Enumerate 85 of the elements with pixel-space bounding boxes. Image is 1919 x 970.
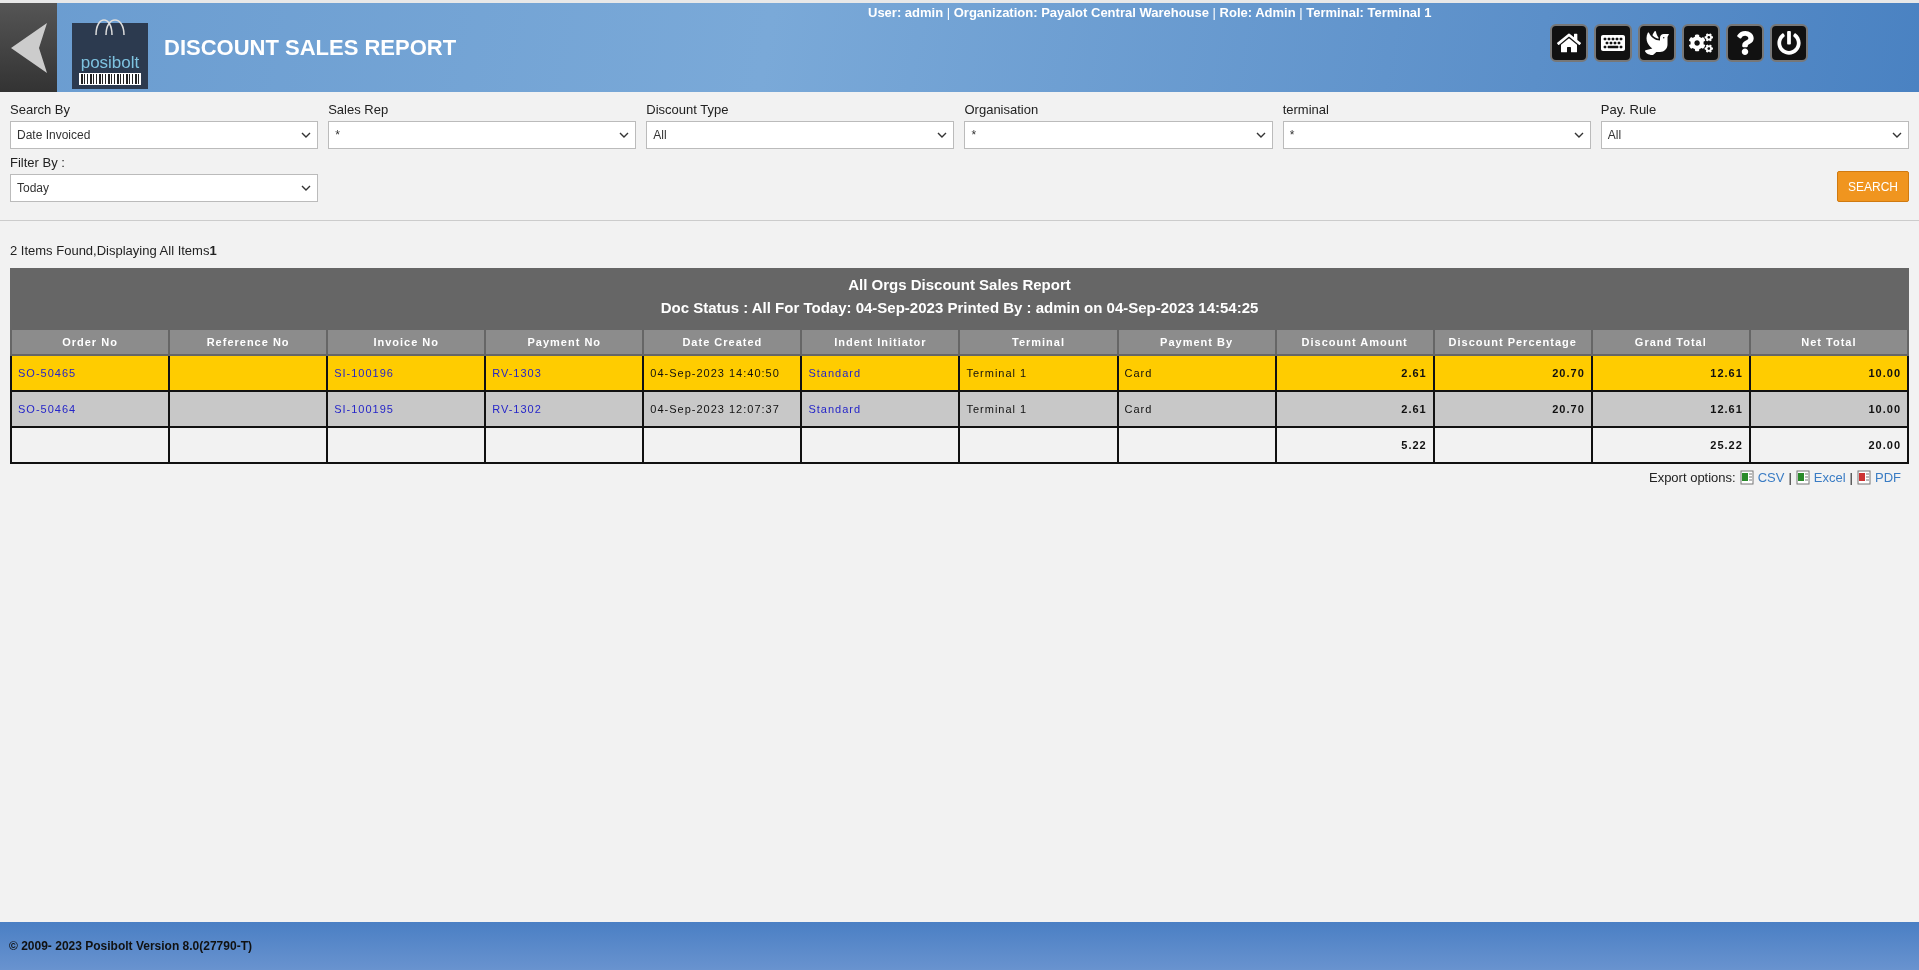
column-header: Reference No xyxy=(169,329,328,355)
column-header: Indent Initiator xyxy=(801,329,960,355)
separator: | xyxy=(1849,470,1853,485)
column-header: Date Created xyxy=(643,329,802,355)
home-button[interactable] xyxy=(1550,23,1588,62)
report-title: All Orgs Discount Sales Report xyxy=(848,276,1071,293)
filter-label: terminal xyxy=(1282,102,1330,117)
report-subtitle: Doc Status : All For Today: 04-Sep-2023 Printed By : admin on 04-Sep-2023 14:54:25 xyxy=(660,299,1259,316)
column-header: Discount Amount xyxy=(1275,329,1434,355)
filter-dropdown[interactable]: Today xyxy=(10,174,319,202)
power-icon xyxy=(1777,30,1801,55)
table-cell: 20.70 xyxy=(1433,391,1592,427)
total-cell: 25.22 xyxy=(1591,427,1750,463)
table-cell: Standard xyxy=(801,355,960,391)
table-cell: SI-100195 xyxy=(327,391,486,427)
export-link[interactable]: Excel xyxy=(1813,470,1846,485)
table-cell: 04-Sep-2023 14:40:50 xyxy=(643,355,802,391)
table-cell: Card xyxy=(1117,391,1276,427)
column-header: Payment No xyxy=(485,329,644,355)
back-button[interactable] xyxy=(0,3,57,92)
filter-dropdown[interactable]: All xyxy=(646,121,955,149)
page-title: DISCOUNT SALES REPORT xyxy=(164,34,457,61)
column-header: Terminal xyxy=(959,329,1118,355)
filter-dropdown[interactable]: * xyxy=(964,121,1273,149)
column-header: Net Total xyxy=(1749,329,1908,355)
help-button[interactable] xyxy=(1726,23,1764,62)
pdf-file-icon xyxy=(1857,470,1871,485)
user-info: User: admin | Organization: Payalot Central Warehouse | Role: Admin | Terminal: Terminal 1 xyxy=(868,5,1432,20)
filter-label: Organisation xyxy=(964,102,1040,117)
result-summary: 2 Items Found,Displaying All Items1 xyxy=(10,243,218,258)
table-cell: SO-50464 xyxy=(11,391,170,427)
table-cell: SO-50465 xyxy=(11,355,170,391)
table-cell: 20.70 xyxy=(1433,355,1592,391)
spreadsheet-icon xyxy=(1739,470,1754,485)
table-cell: 12.61 xyxy=(1591,355,1750,391)
total-cell: 20.00 xyxy=(1749,427,1908,463)
export-link[interactable]: CSV xyxy=(1757,470,1785,485)
filter-label: Sales Rep xyxy=(328,102,390,117)
table-cell: 12.61 xyxy=(1591,391,1750,427)
export-link[interactable]: PDF xyxy=(1875,470,1901,485)
table-cell: 10.00 xyxy=(1749,355,1908,391)
barcode-icon xyxy=(79,73,141,85)
bird-icon xyxy=(1645,30,1669,55)
filter-dropdown[interactable]: Date Invoiced xyxy=(10,121,319,149)
column-header: Grand Total xyxy=(1591,329,1750,355)
separator: | xyxy=(1788,470,1792,485)
gears-icon xyxy=(1689,30,1713,55)
filter-label: Filter By : xyxy=(10,155,66,170)
table-cell: RV-1302 xyxy=(485,391,644,427)
filter-label: Discount Type xyxy=(646,102,730,117)
column-header: Invoice No xyxy=(327,329,486,355)
keyboard-button[interactable] xyxy=(1594,23,1632,62)
bird-button[interactable] xyxy=(1638,23,1676,62)
table-cell: 04-Sep-2023 12:07:37 xyxy=(643,391,802,427)
chevron-down-icon xyxy=(301,132,312,138)
export-label: Export options: xyxy=(1648,470,1736,485)
table-cell: Terminal 1 xyxy=(959,355,1118,391)
table-cell: SI-100196 xyxy=(327,355,486,391)
chevron-down-icon xyxy=(937,132,948,138)
table-cell: 2.61 xyxy=(1275,391,1434,427)
filter-dropdown[interactable]: * xyxy=(328,121,637,149)
filter-dropdown[interactable]: All xyxy=(1600,121,1909,149)
chevron-down-icon xyxy=(301,185,312,191)
table-cell: 2.61 xyxy=(1275,355,1434,391)
copyright-text: © 2009- 2023 Posibolt Version 8.0(27790-T) xyxy=(9,939,252,953)
logo-text: posibolt xyxy=(80,53,140,73)
chevron-down-icon xyxy=(1573,132,1584,138)
column-header: Payment By xyxy=(1117,329,1276,355)
table-cell: Terminal 1 xyxy=(959,391,1118,427)
chevron-down-icon xyxy=(619,132,630,138)
gears-button[interactable] xyxy=(1682,23,1720,62)
filter-label: Search By xyxy=(10,102,71,117)
table-cell: RV-1303 xyxy=(485,355,644,391)
table-cell: Standard xyxy=(801,391,960,427)
filter-label: Pay. Rule xyxy=(1600,102,1658,117)
chevron-down-icon xyxy=(1892,132,1902,138)
table-cell: Card xyxy=(1117,355,1276,391)
spreadsheet-icon xyxy=(1795,470,1810,485)
column-header: Order No xyxy=(11,329,170,355)
filter-dropdown[interactable]: * xyxy=(1282,121,1591,149)
table-cell: 10.00 xyxy=(1749,391,1908,427)
column-header: Discount Percentage xyxy=(1433,329,1592,355)
chevron-down-icon xyxy=(1255,132,1266,138)
total-cell: 5.22 xyxy=(1275,427,1434,463)
power-button[interactable] xyxy=(1770,23,1808,62)
